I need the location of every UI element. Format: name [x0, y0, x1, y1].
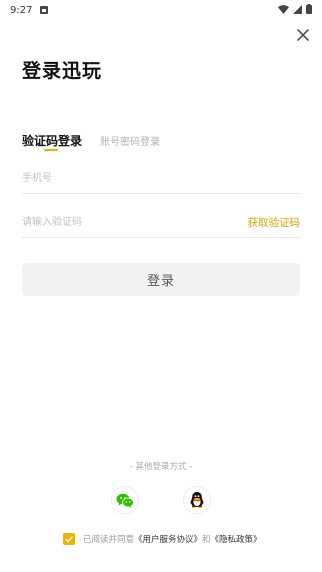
tab-password-login-label: 账号密码登录 — [100, 137, 161, 148]
agreement-checkbox[interactable] — [63, 533, 75, 545]
tab-password-login[interactable]: 账号密码登录 — [100, 133, 160, 149]
qq-login-button[interactable] — [183, 486, 211, 514]
signal-icon — [293, 4, 302, 14]
wifi-icon — [278, 4, 289, 14]
status-bar: 9:27 — [0, 0, 322, 20]
page-title: 登录迅玩 — [22, 60, 103, 82]
tab-sms-login[interactable]: 验证码登录 — [22, 132, 83, 151]
login-tabs: 验证码登录 账号密码登录 — [22, 132, 160, 151]
qq-icon — [190, 492, 204, 508]
phone-field — [22, 164, 300, 194]
tab-sms-login-label: 验证码登录 — [22, 134, 83, 148]
check-icon — [65, 535, 73, 542]
other-login-title: - 其他登录方式 - — [129, 462, 193, 472]
agreement-and: 和 — [202, 535, 211, 545]
wechat-login-button[interactable] — [111, 486, 139, 514]
status-icons — [278, 4, 312, 14]
get-code-button[interactable]: 获取验证码 — [248, 215, 301, 230]
status-time: 9:27 — [10, 4, 33, 16]
battery-icon — [306, 4, 312, 14]
notification-icon — [40, 6, 49, 14]
close-icon — [297, 29, 309, 41]
active-tab-indicator — [44, 149, 58, 151]
wechat-icon — [116, 493, 134, 508]
close-button[interactable] — [294, 26, 312, 44]
login-button[interactable]: 登录 — [22, 263, 300, 296]
privacy-policy-link[interactable]: 《隐私政策》 — [211, 533, 262, 545]
code-input[interactable] — [22, 208, 248, 237]
agreement-row: 已阅读并同意 《用户服务协议》 和 《隐私政策》 — [63, 533, 262, 545]
agreement-prefix: 已阅读并同意 — [83, 535, 135, 545]
code-field: 获取验证码 — [22, 208, 300, 238]
user-agreement-link[interactable]: 《用户服务协议》 — [134, 533, 202, 545]
phone-input[interactable] — [22, 164, 300, 193]
